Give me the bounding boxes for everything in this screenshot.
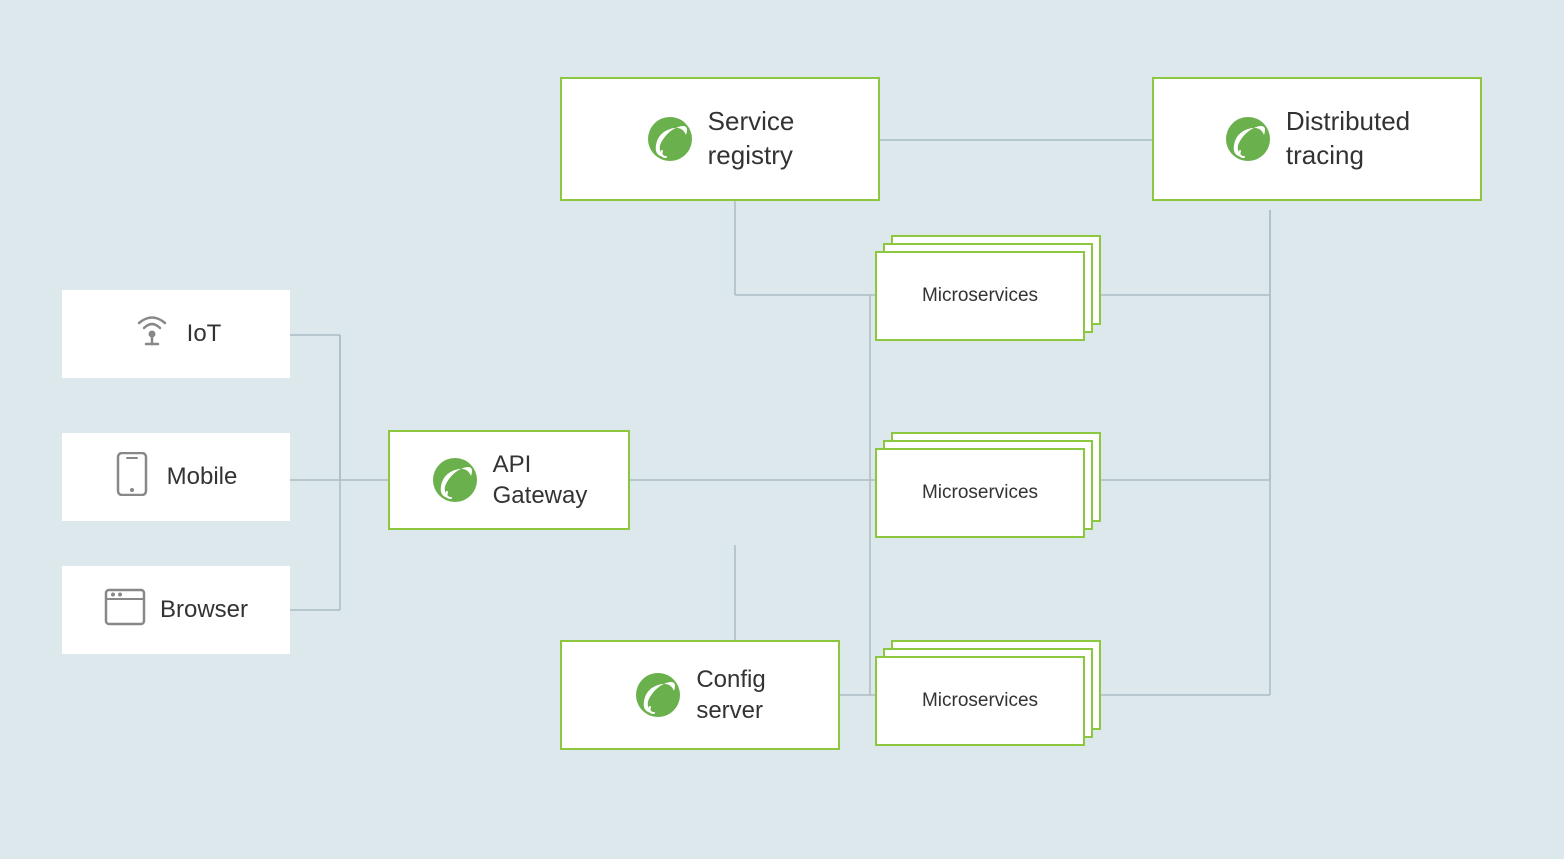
service-registry-label: Service registry (708, 105, 795, 173)
distributed-tracing-label: Distributed tracing (1286, 105, 1410, 173)
microservices-2-label: Microservices (922, 482, 1038, 504)
mobile-box: Mobile (62, 433, 290, 521)
diagram: IoT Mobile Browser (0, 0, 1564, 859)
distributed-tracing-box: Distributed tracing (1152, 77, 1482, 201)
browser-label: Browser (160, 596, 248, 624)
microservices-stack-3: Microservices (875, 640, 1105, 760)
spring-icon-registry (646, 115, 694, 163)
microservices-1-label: Microservices (922, 285, 1038, 307)
browser-icon (104, 588, 160, 632)
microservices-3-label: Microservices (922, 690, 1038, 712)
microservices-stack-1: Microservices (875, 235, 1105, 355)
iot-icon (131, 310, 187, 358)
microservices-stack-2: Microservices (875, 432, 1105, 552)
config-server-box: Config server (560, 640, 840, 750)
iot-box: IoT (62, 290, 290, 378)
spring-icon-config (634, 671, 682, 719)
mobile-label: Mobile (167, 463, 238, 491)
browser-box: Browser (62, 566, 290, 654)
service-registry-box: Service registry (560, 77, 880, 201)
api-gateway-box: API Gateway (388, 430, 630, 530)
spring-icon-tracing (1224, 115, 1272, 163)
config-server-label: Config server (696, 664, 765, 726)
mobile-icon (115, 452, 167, 502)
spring-icon-api (431, 456, 479, 504)
iot-label: IoT (187, 320, 222, 348)
api-gateway-label: API Gateway (493, 449, 588, 511)
